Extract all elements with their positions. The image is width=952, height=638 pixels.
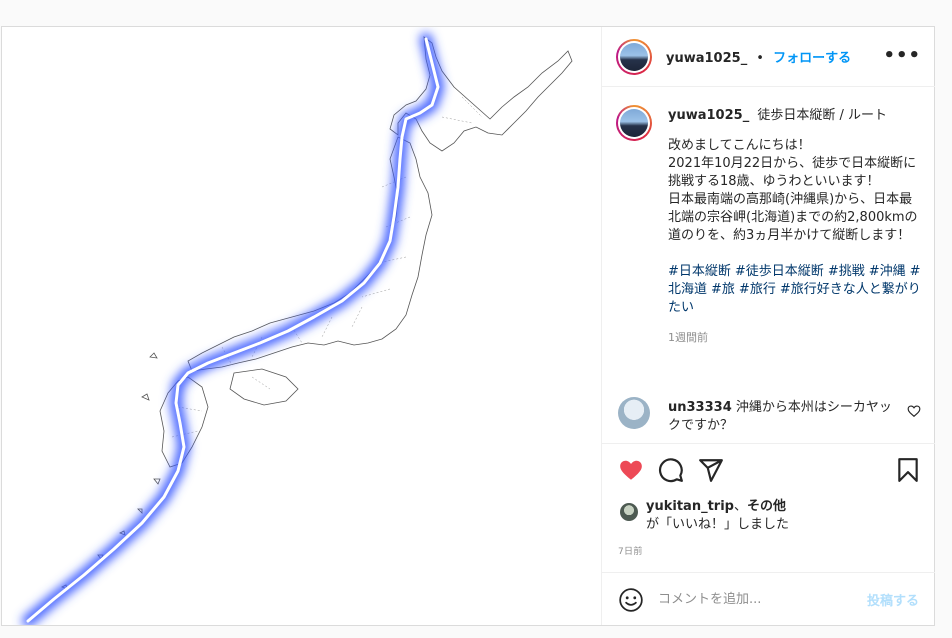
- caption-avatar[interactable]: [616, 105, 652, 141]
- post-comment-button[interactable]: 投稿する: [867, 590, 919, 609]
- japan-route-map: [22, 33, 573, 625]
- hashtag[interactable]: #沖縄: [869, 264, 906, 279]
- add-comment-bar: 投稿する: [602, 572, 935, 625]
- post-image[interactable]: [2, 27, 600, 625]
- comment-input[interactable]: [656, 587, 850, 611]
- caption-title: 徒歩日本縦断 / ルート: [757, 108, 887, 123]
- post-card: yuwa1025_ • フォローする ••• yuwa1025_ 徒歩日本縦断 …: [1, 26, 935, 626]
- likes-others-link[interactable]: その他: [747, 499, 786, 514]
- separator-dot: •: [756, 51, 764, 66]
- heart-icon[interactable]: [618, 457, 644, 483]
- caption: yuwa1025_ 徒歩日本縦断 / ルート 改めましてこんにちは！ 2021年…: [668, 107, 924, 347]
- reply-comment: un33334 沖縄から本州はシーカヤックですか？: [668, 399, 898, 435]
- more-icon[interactable]: •••: [883, 45, 921, 66]
- author-username[interactable]: yuwa1025_: [666, 51, 747, 66]
- caption-time[interactable]: 1週間前: [668, 329, 924, 347]
- reply-username[interactable]: un33334: [668, 400, 732, 415]
- route-line: [26, 37, 440, 623]
- caption-username[interactable]: yuwa1025_: [668, 108, 749, 123]
- hashtag[interactable]: #旅: [711, 282, 735, 297]
- hashtag[interactable]: #挑戦: [828, 264, 865, 279]
- hashtags: #日本縦断 #徒歩日本縦断 #挑戦 #沖縄 #北海道 #旅 #旅行 #旅行好きな人と繋がりたい: [668, 263, 924, 317]
- action-bar: [602, 444, 935, 504]
- hashtag[interactable]: #日本縦断: [668, 264, 731, 279]
- caption-body: 改めましてこんにちは！ 2021年10月22日から、徒歩で日本縦断に挑戦する18…: [668, 138, 918, 243]
- header-meta: yuwa1025_ • フォローする: [666, 47, 851, 66]
- emoji-icon[interactable]: [618, 587, 644, 613]
- likes-suffix: が「いいね！」しました: [646, 517, 790, 532]
- comment-icon[interactable]: [658, 457, 684, 483]
- hashtag[interactable]: #旅行: [739, 282, 776, 297]
- reply-avatar[interactable]: [618, 397, 650, 429]
- author-avatar[interactable]: [616, 39, 652, 75]
- follow-button[interactable]: フォローする: [773, 51, 851, 66]
- prefecture-borders: [171, 96, 483, 438]
- share-icon[interactable]: [698, 457, 724, 483]
- post-sidebar: yuwa1025_ • フォローする ••• yuwa1025_ 徒歩日本縦断 …: [601, 27, 935, 625]
- bookmark-icon[interactable]: [895, 457, 921, 483]
- hashtag[interactable]: #徒歩日本縦断: [735, 264, 824, 279]
- heart-icon[interactable]: [907, 404, 921, 418]
- liker-avatar[interactable]: [620, 503, 638, 521]
- liker-username[interactable]: yukitan_trip: [646, 499, 734, 514]
- post-date[interactable]: 7日前: [618, 544, 643, 557]
- likes-connector: 、: [733, 499, 747, 514]
- route-glow: [22, 33, 444, 625]
- post-header: yuwa1025_ • フォローする •••: [602, 27, 935, 87]
- likes-summary: yukitan_trip、その他 が「いいね！」しました: [646, 498, 926, 534]
- comments-section: yuwa1025_ 徒歩日本縦断 / ルート 改めましてこんにちは！ 2021年…: [602, 87, 935, 444]
